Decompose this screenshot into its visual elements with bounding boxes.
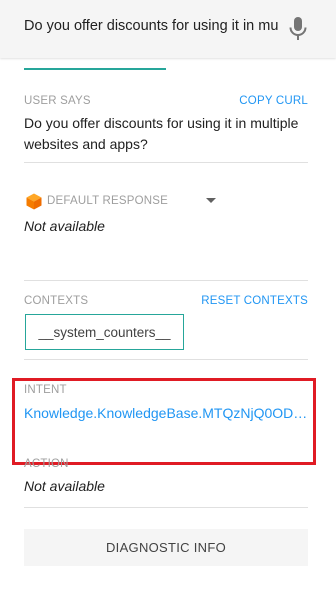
- user-says-label: USER SAYS: [24, 95, 91, 107]
- query-input[interactable]: Do you offer discounts for using it in m…: [24, 18, 280, 34]
- intent-link[interactable]: Knowledge.KnowledgeBase.MTQzNjQ0ODE3...: [24, 405, 310, 421]
- diagnostic-info-button[interactable]: DIAGNOSTIC INFO: [24, 529, 308, 566]
- default-response-value: Not available: [24, 218, 105, 234]
- active-tab-indicator: [24, 68, 166, 70]
- microphone-icon[interactable]: [288, 16, 308, 42]
- action-label: ACTION: [24, 458, 69, 470]
- context-chip[interactable]: __system_counters__: [25, 314, 184, 350]
- divider: [24, 507, 308, 508]
- default-response-label: DEFAULT RESPONSE: [47, 195, 169, 207]
- divider: [24, 162, 308, 163]
- user-says-text: Do you offer discounts for using it in m…: [24, 115, 299, 152]
- intent-label: INTENT: [24, 384, 67, 396]
- divider: [24, 359, 308, 360]
- chevron-down-icon[interactable]: [206, 198, 216, 203]
- action-value: Not available: [24, 478, 105, 494]
- orange-cube-icon: [26, 193, 42, 210]
- contexts-label: CONTEXTS: [24, 295, 89, 307]
- divider: [24, 280, 308, 281]
- query-bar: Do you offer discounts for using it in m…: [0, 0, 336, 58]
- copy-curl-button[interactable]: COPY CURL: [239, 95, 308, 107]
- reset-contexts-button[interactable]: RESET CONTEXTS: [201, 295, 308, 307]
